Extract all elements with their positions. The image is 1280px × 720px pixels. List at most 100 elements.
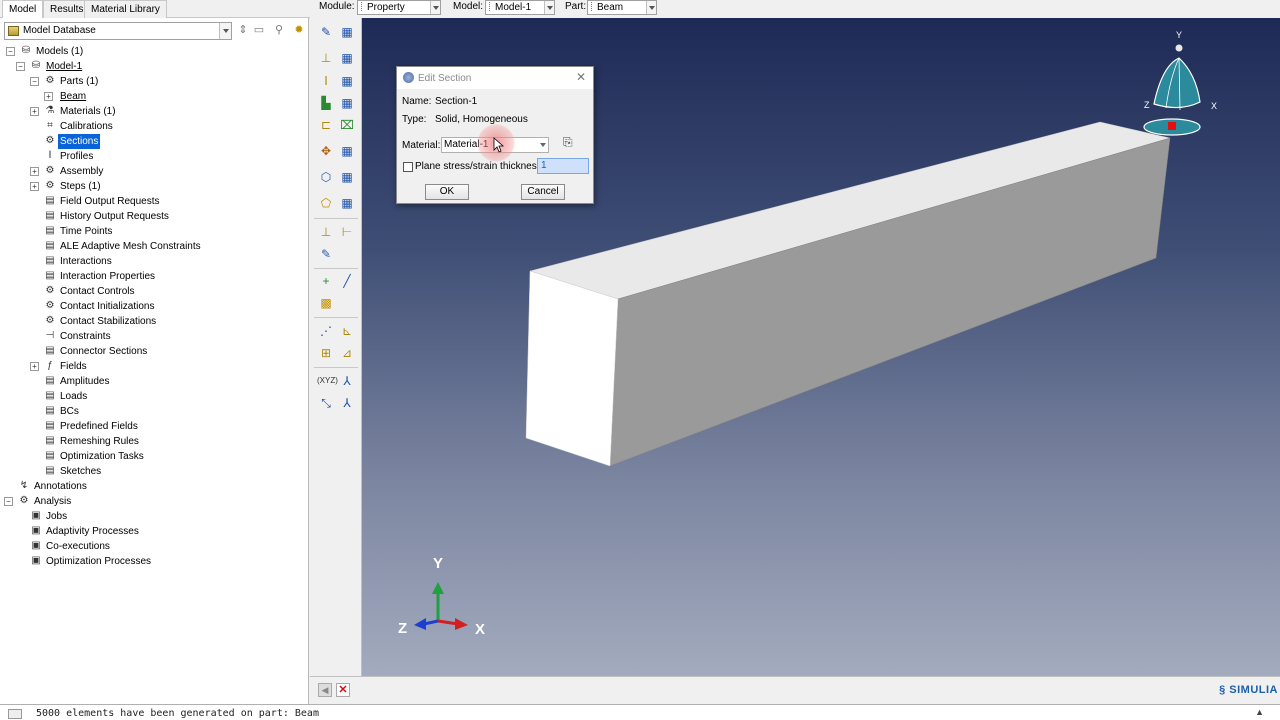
section-manager-icon[interactable]: ▦ [338, 49, 356, 67]
filter-icon[interactable]: ⚲ [272, 23, 286, 37]
folder-icon[interactable]: ▭ [252, 23, 266, 37]
tree-item[interactable]: ▤ BCs [0, 404, 305, 419]
scroll-up-icon[interactable]: ▲ [1255, 707, 1264, 717]
tree-item[interactable]: ↯ Annotations [0, 479, 305, 494]
layup-manager-icon[interactable]: ⊢ [338, 223, 356, 241]
tree-item[interactable]: ⚙ Contact Stabilizations [0, 314, 305, 329]
datum-plane-offset-icon[interactable]: ⅄ [338, 394, 356, 412]
create-material-icon[interactable]: ⎘ [563, 135, 573, 150]
skin-manager-icon[interactable]: ▦ [338, 194, 356, 212]
datum-point-icon[interactable]: + [317, 272, 335, 290]
part-select[interactable]: Beam [587, 0, 657, 15]
tree-item[interactable]: ▤ Remeshing Rules [0, 434, 305, 449]
plane-stress-checkbox[interactable] [403, 162, 413, 172]
skin-icon[interactable]: ⬠ [317, 194, 335, 212]
tree-item[interactable]: ▤ Optimization Tasks [0, 449, 305, 464]
collapse-icon[interactable]: − [4, 497, 13, 506]
create-profile-icon[interactable]: Ⅰ [317, 72, 335, 90]
datum-plane-icon[interactable]: ⤡ [317, 394, 335, 412]
database-select[interactable]: Model Database [4, 22, 232, 40]
bulb-icon[interactable]: ✹ [292, 23, 306, 37]
tree-item[interactable]: ▤ Sketches [0, 464, 305, 479]
cancel-button[interactable]: Cancel [521, 184, 565, 200]
calibrations-icon: ⌗ [47, 120, 53, 131]
tree-item[interactable]: + Beam [0, 89, 305, 104]
tree-item[interactable]: − ⚙ Parts (1) [0, 74, 305, 89]
special-inertia-icon[interactable]: ⬡ [317, 168, 335, 186]
expand-icon[interactable]: + [44, 92, 53, 101]
back-arrow-icon[interactable]: ◀ [318, 683, 332, 697]
tree-item[interactable]: ▣ Adaptivity Processes [0, 524, 305, 539]
tree-item[interactable]: ▤ Predefined Fields [0, 419, 305, 434]
expand-icon[interactable]: + [30, 167, 39, 176]
tree-item[interactable]: ▤ ALE Adaptive Mesh Constraints [0, 239, 305, 254]
assign-material-orientation-icon[interactable]: ✥ [317, 142, 335, 160]
query-section-icon[interactable]: ⌧ [338, 116, 356, 134]
create-surface-icon[interactable]: ⊿ [338, 344, 356, 362]
tree-item[interactable]: ⌗ Calibrations [0, 119, 305, 134]
thickness-input[interactable]: 1 [537, 158, 589, 174]
tab-material-library[interactable]: Material Library [84, 0, 167, 18]
tree-item[interactable]: + ⚙ Steps (1) [0, 179, 305, 194]
tree-item[interactable]: ▤ Time Points [0, 224, 305, 239]
create-set-icon[interactable]: ⊞ [317, 344, 335, 362]
assignment-manager-icon[interactable]: ▦ [338, 94, 356, 112]
sort-arrows-icon[interactable]: ⇕ [236, 23, 250, 37]
tab-model[interactable]: Model [2, 0, 44, 18]
ok-button[interactable]: OK [425, 184, 469, 200]
tree-item[interactable]: ⚙ Contact Initializations [0, 299, 305, 314]
tree-item[interactable]: ▣ Optimization Processes [0, 554, 305, 569]
tree-item[interactable]: + ƒ Fields [0, 359, 305, 374]
tree-item[interactable]: ▤ Connector Sections [0, 344, 305, 359]
create-section-icon[interactable]: ⊥ [317, 49, 335, 67]
material-manager-icon[interactable]: ▦ [338, 23, 356, 41]
tree-item[interactable]: − ⛁ Models (1) [0, 44, 305, 59]
tree-item[interactable]: ▣ Co-executions [0, 539, 305, 554]
tree-item[interactable]: ▤ Loads [0, 389, 305, 404]
profile-manager-icon[interactable]: ▦ [338, 72, 356, 90]
edit-layup-icon[interactable]: ✎ [317, 245, 335, 263]
assign-beam-orientation-icon[interactable]: ⊏ [317, 116, 335, 134]
create-material-icon[interactable]: ✎ [317, 23, 335, 41]
dialog-titlebar[interactable]: Edit Section ✕ [397, 67, 593, 89]
message-tab-icon[interactable] [8, 709, 22, 719]
composite-layup-icon[interactable]: ⊥ [317, 223, 335, 241]
expand-icon[interactable]: + [30, 362, 39, 371]
csys-icon[interactable]: (XYZ) [317, 372, 338, 390]
tree-item[interactable]: ▣ Jobs [0, 509, 305, 524]
partition-face-icon[interactable]: ⋰ [317, 322, 335, 340]
view-cube[interactable]: Y Z X [1143, 30, 1217, 136]
tree-item[interactable]: Ⅰ Profiles [0, 149, 305, 164]
model-select[interactable]: Model-1 [485, 0, 555, 15]
tree-item-label: Co-executions [46, 541, 110, 552]
partition-cell-icon[interactable]: ▩ [317, 294, 335, 312]
tree-item[interactable]: ▤ Interactions [0, 254, 305, 269]
tree-item[interactable]: + ⚗ Materials (1) [0, 104, 305, 119]
tree-item[interactable]: ▤ Amplitudes [0, 374, 305, 389]
collapse-icon[interactable]: − [30, 77, 39, 86]
expand-icon[interactable]: + [30, 107, 39, 116]
tree-item[interactable]: ⚙ Contact Controls [0, 284, 305, 299]
module-select[interactable]: Property [357, 0, 441, 15]
tree-item[interactable]: ⊣ Constraints [0, 329, 305, 344]
expand-icon[interactable]: + [30, 182, 39, 191]
tree-item[interactable]: ▤ Interaction Properties [0, 269, 305, 284]
collapse-icon[interactable]: − [6, 47, 15, 56]
inertia-manager-icon[interactable]: ▦ [338, 168, 356, 186]
beam-end-face[interactable] [525, 270, 619, 467]
tree-item[interactable]: + ⚙ Assembly [0, 164, 305, 179]
collapse-icon[interactable]: − [16, 62, 25, 71]
tree-item[interactable]: − ⚙ Analysis [0, 494, 305, 509]
partition-edge-icon[interactable]: ⊾ [338, 322, 356, 340]
datum-csys-icon[interactable]: ⅄ [338, 372, 356, 390]
tree-item[interactable]: ⚙ Sections [0, 134, 305, 149]
tree-item[interactable]: ▤ Field Output Requests [0, 194, 305, 209]
assign-section-icon[interactable]: ▙ [317, 94, 335, 112]
datum-axis-icon[interactable]: ╱ [338, 272, 356, 290]
tree-item-label: Assembly [60, 166, 104, 177]
cancel-x-icon[interactable]: ✕ [336, 683, 350, 697]
tree-item[interactable]: ▤ History Output Requests [0, 209, 305, 224]
tree-item[interactable]: − ⛁ Model-1 [0, 59, 305, 74]
close-icon[interactable]: ✕ [576, 70, 586, 84]
orientation-manager-icon[interactable]: ▦ [338, 142, 356, 160]
